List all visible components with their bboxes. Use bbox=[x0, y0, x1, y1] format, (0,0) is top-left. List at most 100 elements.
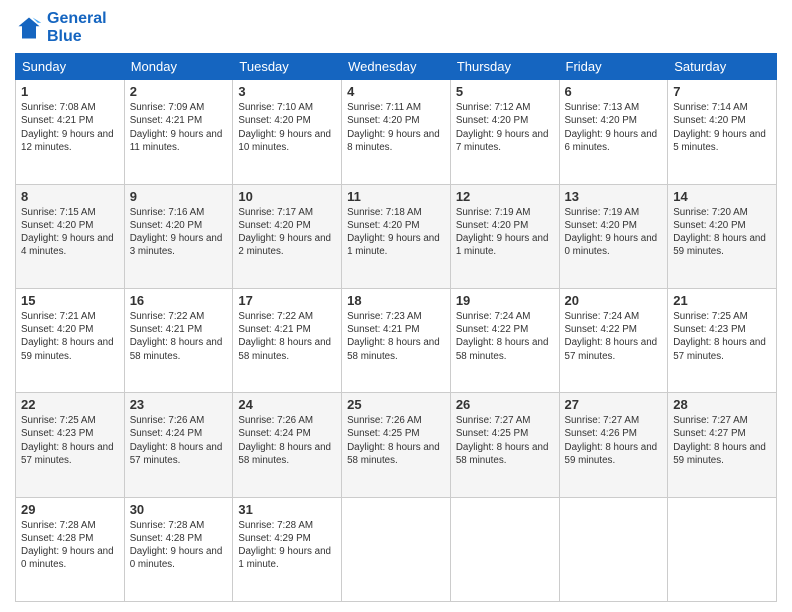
day-number: 24 bbox=[238, 397, 336, 412]
day-number: 11 bbox=[347, 189, 445, 204]
weekday-header-saturday: Saturday bbox=[668, 54, 777, 80]
cell-info: Sunrise: 7:17 AMSunset: 4:20 PMDaylight:… bbox=[238, 207, 331, 258]
cell-info: Sunrise: 7:28 AMSunset: 4:28 PMDaylight:… bbox=[21, 520, 114, 571]
calendar-cell: 26 Sunrise: 7:27 AMSunset: 4:25 PMDayligh… bbox=[450, 393, 559, 497]
calendar-cell: 13Sunrise: 7:19 AMSunset: 4:20 PMDayligh… bbox=[559, 184, 668, 288]
calendar-cell: 29 Sunrise: 7:28 AMSunset: 4:28 PMDayligh… bbox=[16, 497, 125, 601]
calendar-cell: 11 Sunrise: 7:18 AMSunset: 4:20 PMDayligh… bbox=[342, 184, 451, 288]
cell-info: Sunrise: 7:09 AMSunset: 4:21 PMDaylight:… bbox=[130, 102, 223, 153]
calendar-cell bbox=[559, 497, 668, 601]
calendar-cell: 16 Sunrise: 7:22 AMSunset: 4:21 PMDayligh… bbox=[124, 288, 233, 392]
cell-info: Sunrise: 7:27 AMSunset: 4:25 PMDaylight:… bbox=[456, 415, 549, 466]
cell-info: Sunrise: 7:27 AMSunset: 4:27 PMDaylight:… bbox=[673, 415, 766, 466]
day-number: 15 bbox=[21, 293, 119, 308]
day-number: 26 bbox=[456, 397, 554, 412]
weekday-header-tuesday: Tuesday bbox=[233, 54, 342, 80]
calendar-cell: 28 Sunrise: 7:27 AMSunset: 4:27 PMDayligh… bbox=[668, 393, 777, 497]
logo: General Blue bbox=[15, 10, 107, 45]
cell-info: Sunrise: 7:18 AMSunset: 4:20 PMDaylight:… bbox=[347, 207, 440, 258]
weekday-header-row: SundayMondayTuesdayWednesdayThursdayFrid… bbox=[16, 54, 777, 80]
day-number: 17 bbox=[238, 293, 336, 308]
calendar-cell: 22 Sunrise: 7:25 AMSunset: 4:23 PMDayligh… bbox=[16, 393, 125, 497]
day-number: 1 bbox=[21, 84, 119, 99]
calendar-cell: 21 Sunrise: 7:25 AMSunset: 4:23 PMDayligh… bbox=[668, 288, 777, 392]
day-number: 25 bbox=[347, 397, 445, 412]
calendar-table: SundayMondayTuesdayWednesdayThursdayFrid… bbox=[15, 53, 777, 602]
calendar-cell: 30Sunrise: 7:28 AMSunset: 4:28 PMDayligh… bbox=[124, 497, 233, 601]
calendar-cell: 25 Sunrise: 7:26 AMSunset: 4:25 PMDayligh… bbox=[342, 393, 451, 497]
day-number: 5 bbox=[456, 84, 554, 99]
calendar-cell: 10 Sunrise: 7:17 AMSunset: 4:20 PMDayligh… bbox=[233, 184, 342, 288]
cell-info: Sunrise: 7:12 AMSunset: 4:20 PMDaylight:… bbox=[456, 102, 549, 153]
cell-info: Sunrise: 7:26 AMSunset: 4:24 PMDaylight:… bbox=[238, 415, 331, 466]
calendar-cell: 9Sunrise: 7:16 AMSunset: 4:20 PMDaylight… bbox=[124, 184, 233, 288]
cell-info: Sunrise: 7:15 AMSunset: 4:20 PMDaylight:… bbox=[21, 207, 114, 258]
calendar-cell: 3 Sunrise: 7:10 AMSunset: 4:20 PMDaylight… bbox=[233, 80, 342, 184]
calendar-cell: 24 Sunrise: 7:26 AMSunset: 4:24 PMDayligh… bbox=[233, 393, 342, 497]
day-number: 28 bbox=[673, 397, 771, 412]
calendar-cell: 6 Sunrise: 7:13 AMSunset: 4:20 PMDaylight… bbox=[559, 80, 668, 184]
calendar-cell: 15 Sunrise: 7:21 AMSunset: 4:20 PMDayligh… bbox=[16, 288, 125, 392]
week-row-2: 8 Sunrise: 7:15 AMSunset: 4:20 PMDaylight… bbox=[16, 184, 777, 288]
cell-info: Sunrise: 7:22 AMSunset: 4:21 PMDaylight:… bbox=[238, 311, 331, 362]
day-number: 22 bbox=[21, 397, 119, 412]
weekday-header-friday: Friday bbox=[559, 54, 668, 80]
logo-text: General Blue bbox=[47, 10, 107, 45]
day-number: 16 bbox=[130, 293, 228, 308]
day-number: 10 bbox=[238, 189, 336, 204]
cell-info: Sunrise: 7:14 AMSunset: 4:20 PMDaylight:… bbox=[673, 102, 766, 153]
calendar-cell: 4Sunrise: 7:11 AMSunset: 4:20 PMDaylight… bbox=[342, 80, 451, 184]
calendar-cell: 20 Sunrise: 7:24 AMSunset: 4:22 PMDayligh… bbox=[559, 288, 668, 392]
cell-info: Sunrise: 7:11 AMSunset: 4:20 PMDaylight:… bbox=[347, 102, 440, 153]
calendar-cell: 2 Sunrise: 7:09 AMSunset: 4:21 PMDaylight… bbox=[124, 80, 233, 184]
cell-info: Sunrise: 7:26 AMSunset: 4:25 PMDaylight:… bbox=[347, 415, 440, 466]
day-number: 31 bbox=[238, 502, 336, 517]
day-number: 14 bbox=[673, 189, 771, 204]
cell-info: Sunrise: 7:28 AMSunset: 4:28 PMDaylight:… bbox=[130, 520, 223, 571]
logo-icon bbox=[15, 14, 43, 42]
calendar-cell bbox=[450, 497, 559, 601]
calendar-cell bbox=[668, 497, 777, 601]
cell-info: Sunrise: 7:10 AMSunset: 4:20 PMDaylight:… bbox=[238, 102, 331, 153]
day-number: 8 bbox=[21, 189, 119, 204]
calendar-cell: 7 Sunrise: 7:14 AMSunset: 4:20 PMDaylight… bbox=[668, 80, 777, 184]
weekday-header-monday: Monday bbox=[124, 54, 233, 80]
day-number: 7 bbox=[673, 84, 771, 99]
cell-info: Sunrise: 7:22 AMSunset: 4:21 PMDaylight:… bbox=[130, 311, 223, 362]
day-number: 19 bbox=[456, 293, 554, 308]
calendar-cell: 17 Sunrise: 7:22 AMSunset: 4:21 PMDayligh… bbox=[233, 288, 342, 392]
weekday-header-thursday: Thursday bbox=[450, 54, 559, 80]
day-number: 9 bbox=[130, 189, 228, 204]
day-number: 27 bbox=[565, 397, 663, 412]
week-row-5: 29 Sunrise: 7:28 AMSunset: 4:28 PMDayligh… bbox=[16, 497, 777, 601]
cell-info: Sunrise: 7:24 AMSunset: 4:22 PMDaylight:… bbox=[456, 311, 549, 362]
cell-info: Sunrise: 7:28 AMSunset: 4:29 PMDaylight:… bbox=[238, 520, 331, 571]
week-row-4: 22 Sunrise: 7:25 AMSunset: 4:23 PMDayligh… bbox=[16, 393, 777, 497]
page: General Blue SundayMondayTuesdayWednesda… bbox=[0, 0, 792, 612]
week-row-1: 1Sunrise: 7:08 AMSunset: 4:21 PMDaylight… bbox=[16, 80, 777, 184]
calendar-cell: 27 Sunrise: 7:27 AMSunset: 4:26 PMDayligh… bbox=[559, 393, 668, 497]
calendar-cell: 14 Sunrise: 7:20 AMSunset: 4:20 PMDayligh… bbox=[668, 184, 777, 288]
day-number: 2 bbox=[130, 84, 228, 99]
day-number: 21 bbox=[673, 293, 771, 308]
calendar-cell: 18Sunrise: 7:23 AMSunset: 4:21 PMDayligh… bbox=[342, 288, 451, 392]
weekday-header-sunday: Sunday bbox=[16, 54, 125, 80]
cell-info: Sunrise: 7:24 AMSunset: 4:22 PMDaylight:… bbox=[565, 311, 658, 362]
day-number: 20 bbox=[565, 293, 663, 308]
day-number: 29 bbox=[21, 502, 119, 517]
day-number: 6 bbox=[565, 84, 663, 99]
calendar-cell: 23Sunrise: 7:26 AMSunset: 4:24 PMDayligh… bbox=[124, 393, 233, 497]
day-number: 3 bbox=[238, 84, 336, 99]
cell-info: Sunrise: 7:13 AMSunset: 4:20 PMDaylight:… bbox=[565, 102, 658, 153]
cell-info: Sunrise: 7:21 AMSunset: 4:20 PMDaylight:… bbox=[21, 311, 114, 362]
day-number: 13 bbox=[565, 189, 663, 204]
cell-info: Sunrise: 7:25 AMSunset: 4:23 PMDaylight:… bbox=[673, 311, 766, 362]
calendar-cell: 1Sunrise: 7:08 AMSunset: 4:21 PMDaylight… bbox=[16, 80, 125, 184]
cell-info: Sunrise: 7:27 AMSunset: 4:26 PMDaylight:… bbox=[565, 415, 658, 466]
calendar-cell: 5 Sunrise: 7:12 AMSunset: 4:20 PMDaylight… bbox=[450, 80, 559, 184]
cell-info: Sunrise: 7:20 AMSunset: 4:20 PMDaylight:… bbox=[673, 207, 766, 258]
cell-info: Sunrise: 7:25 AMSunset: 4:23 PMDaylight:… bbox=[21, 415, 114, 466]
calendar-cell: 19 Sunrise: 7:24 AMSunset: 4:22 PMDayligh… bbox=[450, 288, 559, 392]
calendar-cell: 12Sunrise: 7:19 AMSunset: 4:20 PMDayligh… bbox=[450, 184, 559, 288]
cell-info: Sunrise: 7:23 AMSunset: 4:21 PMDaylight:… bbox=[347, 311, 440, 362]
